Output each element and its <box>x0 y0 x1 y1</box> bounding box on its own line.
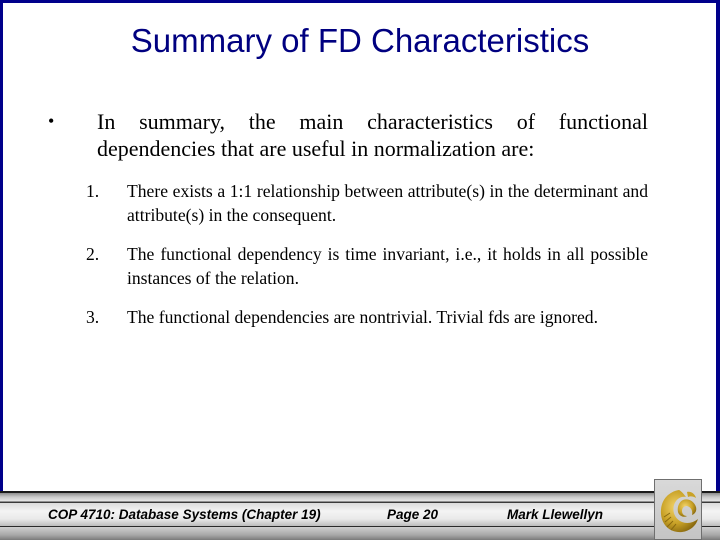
footer-course: COP 4710: Database Systems (Chapter 19) <box>48 507 321 522</box>
ucf-pegasus-logo-icon <box>660 490 698 533</box>
characteristics-list: 1. There exists a 1:1 relationship betwe… <box>86 179 648 344</box>
footer-author: Mark Llewellyn <box>507 507 604 522</box>
intro-bullet: • In summary, the main characteristics o… <box>48 108 648 162</box>
footer-page-number: Page 20 <box>387 507 439 522</box>
item-text: The functional dependency is time invari… <box>127 244 648 288</box>
item-text: The functional dependencies are nontrivi… <box>127 307 598 327</box>
item-number: 1. <box>86 181 100 201</box>
list-item: 2. The functional dependency is time inv… <box>86 242 648 290</box>
item-number: 3. <box>86 307 100 327</box>
intro-text: In summary, the main characteristics of … <box>97 109 648 161</box>
item-text: There exists a 1:1 relationship between … <box>127 181 648 225</box>
list-item: 1. There exists a 1:1 relationship betwe… <box>86 179 648 227</box>
bullet-icon: • <box>48 111 55 131</box>
list-item: 3. The functional dependencies are nontr… <box>86 305 648 329</box>
item-number: 2. <box>86 244 100 264</box>
logo-box <box>654 479 702 540</box>
slide-title: Summary of FD Characteristics <box>130 22 590 59</box>
